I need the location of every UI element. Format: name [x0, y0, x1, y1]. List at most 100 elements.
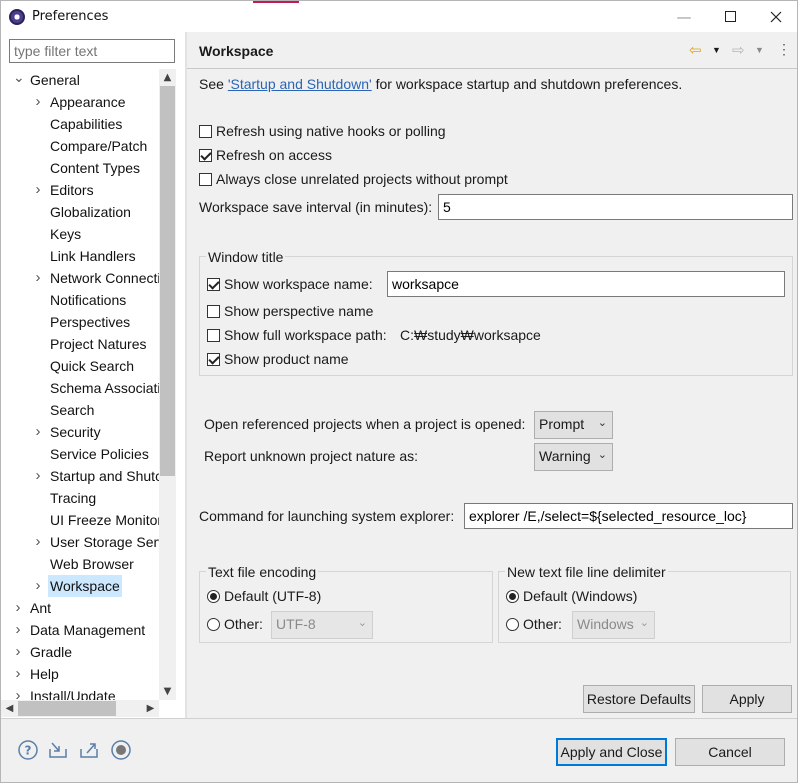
tree-item[interactable]: › Help: [1, 663, 159, 685]
record-icon[interactable]: [110, 739, 132, 761]
import-icon[interactable]: [47, 739, 69, 761]
tree-item[interactable]: › Network Connecti: [1, 267, 160, 289]
delimiter-default-radio[interactable]: [506, 590, 519, 603]
command-field[interactable]: [464, 503, 793, 529]
tree-item[interactable]: Globalization: [1, 201, 159, 223]
workspace-name-field[interactable]: [387, 271, 785, 297]
tree-item[interactable]: › Data Management: [1, 619, 159, 641]
report-unknown-select[interactable]: Warning ⌄: [534, 443, 613, 471]
encoding-other-radio[interactable]: [207, 618, 220, 631]
refresh-native-label: Refresh using native hooks or polling: [216, 123, 446, 139]
tree-item[interactable]: Capabilities: [1, 113, 159, 135]
tree-item[interactable]: › Workspace: [1, 575, 159, 597]
tree-item-label: Tracing: [50, 490, 97, 506]
delimiter-group-label: New text file line delimiter: [505, 564, 668, 580]
tree-item[interactable]: Keys: [1, 223, 159, 245]
export-icon[interactable]: [78, 739, 100, 761]
see-prefix: See: [199, 76, 228, 92]
refresh-access-label: Refresh on access: [216, 147, 332, 163]
tree-item[interactable]: Content Types: [1, 157, 159, 179]
tree-item[interactable]: Quick Search: [1, 355, 159, 377]
delimiter-other-select[interactable]: Windows ⌄: [572, 611, 655, 639]
tree-item[interactable]: Link Handlers: [1, 245, 159, 267]
minimize-button[interactable]: —: [661, 1, 707, 32]
view-menu-icon[interactable]: ⋮: [777, 41, 791, 58]
scroll-right-icon[interactable]: ▶: [142, 700, 159, 717]
tree-item[interactable]: ⌄ General: [1, 69, 159, 91]
chevron-down-icon[interactable]: ⌄: [13, 69, 25, 88]
chevron-right-icon[interactable]: ›: [13, 641, 23, 663]
tree-item[interactable]: UI Freeze Monitor: [1, 509, 159, 531]
tree-vertical-scrollbar[interactable]: ▲ ▼: [159, 69, 176, 700]
chevron-right-icon[interactable]: ›: [33, 91, 43, 113]
tree-item[interactable]: › Install/Update: [1, 685, 159, 700]
chevron-right-icon[interactable]: ›: [33, 179, 43, 201]
page-header: Workspace ⇦ ▼ ⇨ ▼ ⋮: [187, 32, 797, 68]
chevron-right-icon[interactable]: ›: [13, 597, 23, 619]
maximize-button[interactable]: [707, 1, 753, 32]
tree-item[interactable]: Search: [1, 399, 159, 421]
scroll-up-icon[interactable]: ▲: [159, 69, 176, 86]
startup-shutdown-link[interactable]: 'Startup and Shutdown': [228, 76, 372, 92]
chevron-right-icon[interactable]: ›: [33, 421, 43, 443]
tree-item-label: Link Handlers: [50, 248, 136, 264]
tree-item[interactable]: Compare/Patch: [1, 135, 159, 157]
back-arrow-icon[interactable]: ⇦: [689, 41, 702, 59]
chevron-right-icon[interactable]: ›: [13, 685, 23, 700]
tree-item-label: Capabilities: [50, 116, 123, 132]
chevron-right-icon[interactable]: ›: [13, 619, 23, 641]
open-referenced-select[interactable]: Prompt ⌄: [534, 411, 613, 439]
refresh-access-checkbox[interactable]: [199, 149, 212, 162]
chevron-right-icon[interactable]: ›: [33, 575, 43, 597]
help-icon[interactable]: ?: [17, 739, 39, 761]
tree-item[interactable]: Tracing: [1, 487, 159, 509]
tree-item[interactable]: › User Storage Serv: [1, 531, 160, 553]
tree-item-label: Startup and Shutc: [50, 468, 159, 484]
back-menu-icon[interactable]: ▼: [712, 45, 721, 55]
close-button[interactable]: [753, 1, 798, 32]
tree-item-label: Security: [50, 424, 101, 440]
tree-item[interactable]: Project Natures: [1, 333, 159, 355]
save-interval-field[interactable]: [438, 194, 793, 220]
tree-item[interactable]: › Security: [1, 421, 159, 443]
forward-menu-icon[interactable]: ▼: [755, 45, 764, 55]
scroll-down-icon[interactable]: ▼: [159, 683, 176, 700]
report-unknown-value: Warning: [539, 448, 591, 464]
delimiter-other-radio[interactable]: [506, 618, 519, 631]
tree-item[interactable]: › Editors: [1, 179, 159, 201]
show-product-name-checkbox[interactable]: [207, 353, 220, 366]
show-workspace-name-checkbox[interactable]: [207, 278, 220, 291]
tree-item[interactable]: › Ant: [1, 597, 159, 619]
forward-arrow-icon[interactable]: ⇨: [732, 41, 745, 59]
tree-item-label: Workspace: [48, 575, 122, 597]
tree-item[interactable]: Notifications: [1, 289, 159, 311]
encoding-default-radio[interactable]: [207, 590, 220, 603]
tree-item[interactable]: Web Browser: [1, 553, 159, 575]
scroll-thumb[interactable]: [160, 86, 175, 476]
always-close-checkbox[interactable]: [199, 173, 212, 186]
tree-item[interactable]: › Appearance: [1, 91, 159, 113]
tree-item[interactable]: › Gradle: [1, 641, 159, 663]
tree-item[interactable]: Schema Associatic: [1, 377, 159, 399]
preference-page: Workspace ⇦ ▼ ⇨ ▼ ⋮ See 'Startup and Shu…: [187, 32, 797, 718]
encoding-other-select[interactable]: UTF-8 ⌄: [271, 611, 373, 639]
hscroll-thumb[interactable]: [18, 701, 116, 716]
restore-defaults-button[interactable]: Restore Defaults: [583, 685, 695, 713]
cancel-button[interactable]: Cancel: [675, 738, 785, 766]
chevron-right-icon[interactable]: ›: [33, 531, 43, 553]
tree-item[interactable]: › Startup and Shutc: [1, 465, 160, 487]
tree-item-label: UI Freeze Monitor: [50, 512, 159, 528]
tree-item[interactable]: Service Policies: [1, 443, 159, 465]
chevron-right-icon[interactable]: ›: [13, 663, 23, 685]
tree-horizontal-scrollbar[interactable]: ◀ ▶: [1, 700, 159, 717]
chevron-right-icon[interactable]: ›: [33, 267, 43, 289]
apply-button[interactable]: Apply: [702, 685, 792, 713]
filter-input[interactable]: [9, 39, 175, 63]
chevron-right-icon[interactable]: ›: [33, 465, 43, 487]
show-perspective-name-checkbox[interactable]: [207, 305, 220, 318]
tree-item[interactable]: Perspectives: [1, 311, 159, 333]
refresh-native-checkbox[interactable]: [199, 125, 212, 138]
apply-and-close-button[interactable]: Apply and Close: [556, 738, 667, 766]
show-full-path-checkbox[interactable]: [207, 329, 220, 342]
scroll-left-icon[interactable]: ◀: [1, 700, 18, 717]
